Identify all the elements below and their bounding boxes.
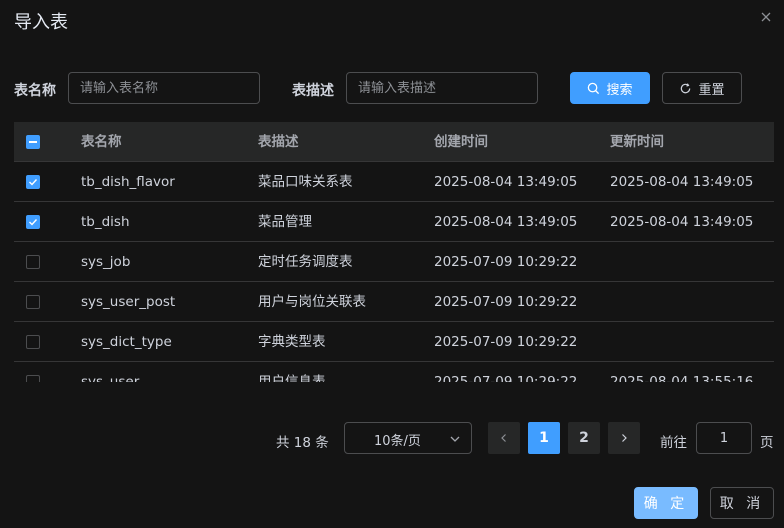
- cell-table-name: tb_dish_flavor: [81, 174, 175, 190]
- cell-table-name: sys_user_post: [81, 294, 176, 310]
- table-desc-label: 表描述: [292, 83, 334, 99]
- close-icon[interactable]: [758, 9, 774, 25]
- refresh-icon: [681, 82, 691, 93]
- prev-page-button[interactable]: [488, 422, 520, 454]
- page-2-button[interactable]: 2: [568, 422, 600, 454]
- table-name-label: 表名称: [14, 83, 56, 99]
- chevron-down-icon: [450, 436, 460, 442]
- cell-table-desc: 字典类型表: [258, 334, 326, 350]
- next-page-button[interactable]: [608, 422, 640, 454]
- cell-table-name: sys_job: [81, 254, 131, 270]
- cell-table-desc: 定时任务调度表: [258, 254, 353, 270]
- row-checkbox[interactable]: [26, 335, 40, 349]
- row-checkbox[interactable]: [26, 255, 40, 269]
- cell-created-time: 2025-07-09 10:29:22: [434, 294, 578, 310]
- search-icon: [588, 82, 600, 94]
- column-header-desc[interactable]: 表描述: [258, 122, 299, 162]
- cell-table-desc: 菜品口味关系表: [258, 174, 353, 190]
- table-row[interactable]: sys_job 定时任务调度表 2025-07-09 10:29:22: [14, 242, 774, 282]
- cell-table-name: tb_dish: [81, 214, 130, 230]
- cell-table-desc: 用户信息表: [258, 374, 326, 382]
- table-header: 表名称 表描述 创建时间 更新时间: [14, 122, 774, 162]
- goto-suffix: 页: [760, 435, 774, 451]
- cell-updated-time: 2025-08-04 13:49:05: [610, 174, 754, 190]
- page-1-button[interactable]: 1: [528, 422, 560, 454]
- table-row[interactable]: tb_dish_flavor 菜品口味关系表 2025-08-04 13:49:05…: [14, 162, 774, 202]
- reset-button-label: 重置: [698, 82, 725, 98]
- row-checkbox[interactable]: [26, 375, 40, 382]
- cell-created-time: 2025-07-09 10:29:22: [434, 374, 578, 382]
- cell-updated-time: 2025-08-04 13:55:16: [610, 374, 754, 382]
- cell-created-time: 2025-08-04 13:49:05: [434, 174, 578, 190]
- table-desc-input[interactable]: [346, 72, 538, 104]
- row-checkbox[interactable]: [26, 295, 40, 309]
- cell-table-desc: 用户与岗位关联表: [258, 294, 366, 310]
- page-size-select[interactable]: 10条/页: [344, 422, 472, 454]
- select-all-checkbox[interactable]: [26, 135, 40, 149]
- chevron-left-icon: [501, 434, 506, 442]
- column-header-name[interactable]: 表名称: [81, 122, 122, 162]
- column-header-created[interactable]: 创建时间: [434, 122, 488, 162]
- table-name-input[interactable]: [68, 72, 260, 104]
- chevron-right-icon: [622, 434, 627, 442]
- table-row[interactable]: sys_dict_type 字典类型表 2025-07-09 10:29:22: [14, 322, 774, 362]
- column-header-updated[interactable]: 更新时间: [610, 122, 664, 162]
- table-row[interactable]: sys_user 用户信息表 2025-07-09 10:29:22 2025-08-…: [14, 362, 774, 382]
- cell-created-time: 2025-07-09 10:29:22: [434, 334, 578, 350]
- table: 表名称 表描述 创建时间 更新时间 tb_dish_flavor 菜品口味关系表 2…: [14, 122, 774, 382]
- dialog-title: 导入表: [14, 12, 68, 33]
- total-count: 共 18 条: [276, 435, 329, 451]
- row-checkbox[interactable]: [26, 175, 40, 189]
- cell-created-time: 2025-08-04 13:49:05: [434, 214, 578, 230]
- cell-table-name: sys_user: [81, 374, 140, 382]
- search-button[interactable]: 搜索: [570, 72, 650, 104]
- cell-updated-time: 2025-08-04 13:49:05: [610, 214, 754, 230]
- table-row[interactable]: tb_dish 菜品管理 2025-08-04 13:49:05 2025-08-04…: [14, 202, 774, 242]
- search-button-label: 搜索: [606, 82, 633, 98]
- goto-page-input[interactable]: [696, 422, 752, 454]
- cancel-button[interactable]: 取 消: [710, 487, 774, 519]
- goto-label: 前往: [660, 435, 687, 451]
- page-size-value: 10条/页: [374, 434, 421, 449]
- table-row[interactable]: sys_user_post 用户与岗位关联表 2025-07-09 10:29:22: [14, 282, 774, 322]
- check-icon: [29, 219, 38, 226]
- cell-created-time: 2025-07-09 10:29:22: [434, 254, 578, 270]
- cell-table-name: sys_dict_type: [81, 334, 172, 350]
- cell-table-desc: 菜品管理: [258, 214, 312, 230]
- row-checkbox[interactable]: [26, 215, 40, 229]
- reset-button[interactable]: 重置: [662, 72, 742, 104]
- confirm-button[interactable]: 确 定: [634, 487, 698, 519]
- check-icon: [29, 179, 38, 186]
